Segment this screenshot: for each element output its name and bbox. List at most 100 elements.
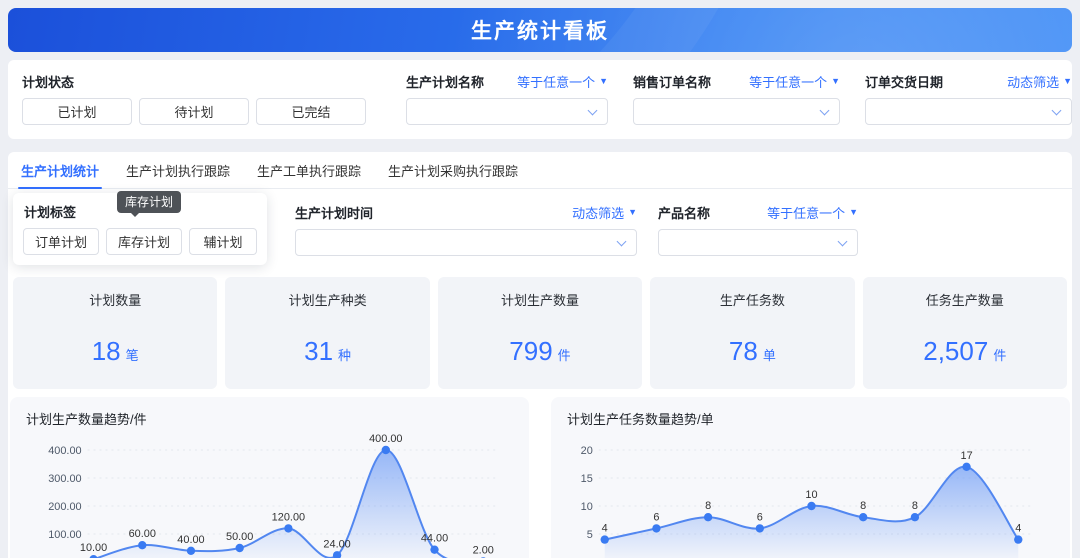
stat-card-plan-count: 计划数量 18 笔: [13, 277, 218, 389]
sales-order-label: 销售订单名称: [633, 74, 712, 90]
stat-card-task-quantity: 任务生产数量 2,507 件: [862, 277, 1067, 389]
chevron-down-icon: [837, 236, 848, 247]
stat-label: 计划生产种类: [288, 293, 367, 308]
svg-text:15: 15: [581, 473, 593, 485]
plan-tag-order[interactable]: 订单计划: [23, 228, 99, 255]
svg-text:4: 4: [1015, 523, 1021, 535]
operator-text: 动态筛选: [572, 205, 625, 221]
svg-text:8: 8: [912, 500, 918, 512]
plan-time-operator-link[interactable]: 动态筛选 ▼: [572, 203, 637, 222]
operator-text: 等于任意一个: [767, 205, 846, 221]
chevron-down-icon: [819, 105, 830, 116]
filter-bar: 计划状态 已计划 待计划 已完结 生产计划名称 等于任意一个 ▼ 销售订单名称 等…: [8, 60, 1072, 139]
svg-text:10.00: 10.00: [80, 542, 107, 554]
plan-tag-card: 库存计划 计划标签 订单计划 库存计划 辅计划: [13, 191, 267, 265]
plan-name-select[interactable]: [406, 98, 608, 125]
svg-text:10: 10: [805, 489, 817, 501]
filter-plan-time: 生产计划时间 动态筛选 ▼: [295, 201, 637, 256]
stat-value: 799 件: [509, 336, 571, 366]
operator-text: 等于任意一个: [517, 74, 596, 90]
tab-bar: 生产计划统计 生产计划执行跟踪 生产工单执行跟踪 生产计划采购执行跟踪: [8, 152, 1072, 189]
chevron-down-icon: [616, 236, 627, 247]
svg-text:50.00: 50.00: [226, 531, 253, 543]
filter-sales-order-name: 销售订单名称 等于任意一个 ▼: [633, 70, 840, 125]
svg-text:10: 10: [581, 501, 593, 513]
plan-time-label: 生产计划时间: [295, 205, 374, 221]
plan-tag-auxiliary[interactable]: 辅计划: [189, 228, 257, 255]
delivery-date-select[interactable]: [865, 98, 1072, 125]
stat-value: 2,507 件: [923, 336, 1007, 366]
page-title: 生产统计看板: [471, 20, 609, 43]
plan-time-select[interactable]: [295, 229, 637, 256]
svg-text:60.00: 60.00: [129, 528, 156, 540]
stat-card-plan-variety: 计划生产种类 31 种: [225, 277, 430, 389]
svg-text:8: 8: [860, 500, 866, 512]
plan-name-label: 生产计划名称: [406, 74, 485, 90]
chart-panel-task-trend: 计划生产任务数量趋势/单 05101520468610881742023年05月…: [551, 397, 1070, 558]
dashboard-header: 生产统计看板: [8, 8, 1072, 52]
product-name-label: 产品名称: [658, 205, 711, 221]
stat-label: 任务生产数量: [925, 293, 1004, 308]
operator-text: 动态筛选: [1007, 74, 1060, 90]
caret-down-icon: ▼: [599, 76, 608, 86]
product-name-operator-link[interactable]: 等于任意一个 ▼: [767, 203, 858, 222]
stat-label: 计划数量: [89, 293, 142, 308]
tab-purchase-execution-tracking[interactable]: 生产计划采购执行跟踪: [388, 152, 518, 188]
plan-tag-tooltip: 库存计划: [117, 191, 182, 217]
svg-text:2.00: 2.00: [473, 544, 494, 556]
filter-plan-name: 生产计划名称 等于任意一个 ▼: [406, 70, 608, 125]
svg-text:24.00: 24.00: [323, 538, 350, 550]
sales-order-select[interactable]: [633, 98, 840, 125]
plan-status-option-planned[interactable]: 已计划: [22, 98, 132, 125]
plan-status-option-closed[interactable]: 已完结: [256, 98, 366, 125]
task-trend-line-chart[interactable]: 05101520468610881742023年05月2023年06月2023年…: [559, 434, 1064, 558]
chart-panel-quantity-trend: 计划生产数量趋势/件 0.00100.00200.00300.00400.001…: [10, 397, 529, 558]
svg-text:17: 17: [961, 450, 973, 462]
svg-text:400.00: 400.00: [369, 434, 402, 445]
filter-plan-status: 计划状态 已计划 待计划 已完结: [22, 70, 366, 125]
svg-text:44.00: 44.00: [421, 533, 448, 545]
svg-text:6: 6: [757, 511, 763, 523]
svg-text:300.00: 300.00: [48, 473, 81, 485]
stat-card-plan-quantity: 计划生产数量 799 件: [437, 277, 643, 389]
plan-status-label: 计划状态: [22, 74, 75, 90]
caret-down-icon: ▼: [628, 207, 637, 217]
svg-text:100.00: 100.00: [48, 529, 81, 541]
svg-text:400.00: 400.00: [48, 445, 81, 457]
svg-text:5: 5: [587, 529, 593, 541]
plan-status-option-pending[interactable]: 待计划: [139, 98, 249, 125]
stat-value: 31 种: [304, 336, 352, 366]
filter-product-name: 产品名称 等于任意一个 ▼: [658, 201, 858, 256]
caret-down-icon: ▼: [831, 76, 840, 86]
stat-label: 生产任务数: [719, 293, 785, 308]
stat-label: 计划生产数量: [500, 293, 579, 308]
tab-plan-execution-tracking[interactable]: 生产计划执行跟踪: [126, 152, 230, 188]
stat-value: 18 笔: [91, 336, 139, 366]
operator-text: 等于任意一个: [749, 74, 828, 90]
caret-down-icon: ▼: [849, 207, 858, 217]
chevron-down-icon: [587, 105, 598, 116]
caret-down-icon: ▼: [1063, 76, 1072, 86]
quantity-trend-line-chart[interactable]: 0.00100.00200.00300.00400.0010.0060.0040…: [18, 434, 523, 558]
delivery-date-label: 订单交货日期: [865, 74, 944, 90]
svg-text:40.00: 40.00: [177, 534, 204, 546]
svg-text:4: 4: [602, 523, 608, 535]
tab-workorder-execution-tracking[interactable]: 生产工单执行跟踪: [257, 152, 361, 188]
svg-text:8: 8: [705, 500, 711, 512]
main-panel: 生产计划统计 生产计划执行跟踪 生产工单执行跟踪 生产计划采购执行跟踪 库存计划…: [8, 152, 1072, 558]
svg-text:20: 20: [581, 445, 593, 457]
sales-order-operator-link[interactable]: 等于任意一个 ▼: [749, 72, 840, 91]
svg-text:200.00: 200.00: [48, 501, 81, 513]
charts-row: 计划生产数量趋势/件 0.00100.00200.00300.00400.001…: [8, 397, 1072, 558]
filter-order-delivery-date: 订单交货日期 动态筛选 ▼: [865, 70, 1072, 125]
chart-title: 计划生产任务数量趋势/单: [567, 412, 714, 427]
plan-name-operator-link[interactable]: 等于任意一个 ▼: [517, 72, 608, 91]
delivery-date-operator-link[interactable]: 动态筛选 ▼: [1007, 72, 1072, 91]
chevron-down-icon: [1051, 105, 1062, 116]
product-name-select[interactable]: [658, 229, 858, 256]
tab-plan-statistics[interactable]: 生产计划统计: [17, 152, 103, 189]
chart-title: 计划生产数量趋势/件: [26, 412, 147, 427]
svg-text:6: 6: [653, 511, 659, 523]
plan-tag-stock[interactable]: 库存计划: [106, 228, 182, 255]
svg-text:120.00: 120.00: [272, 511, 305, 523]
